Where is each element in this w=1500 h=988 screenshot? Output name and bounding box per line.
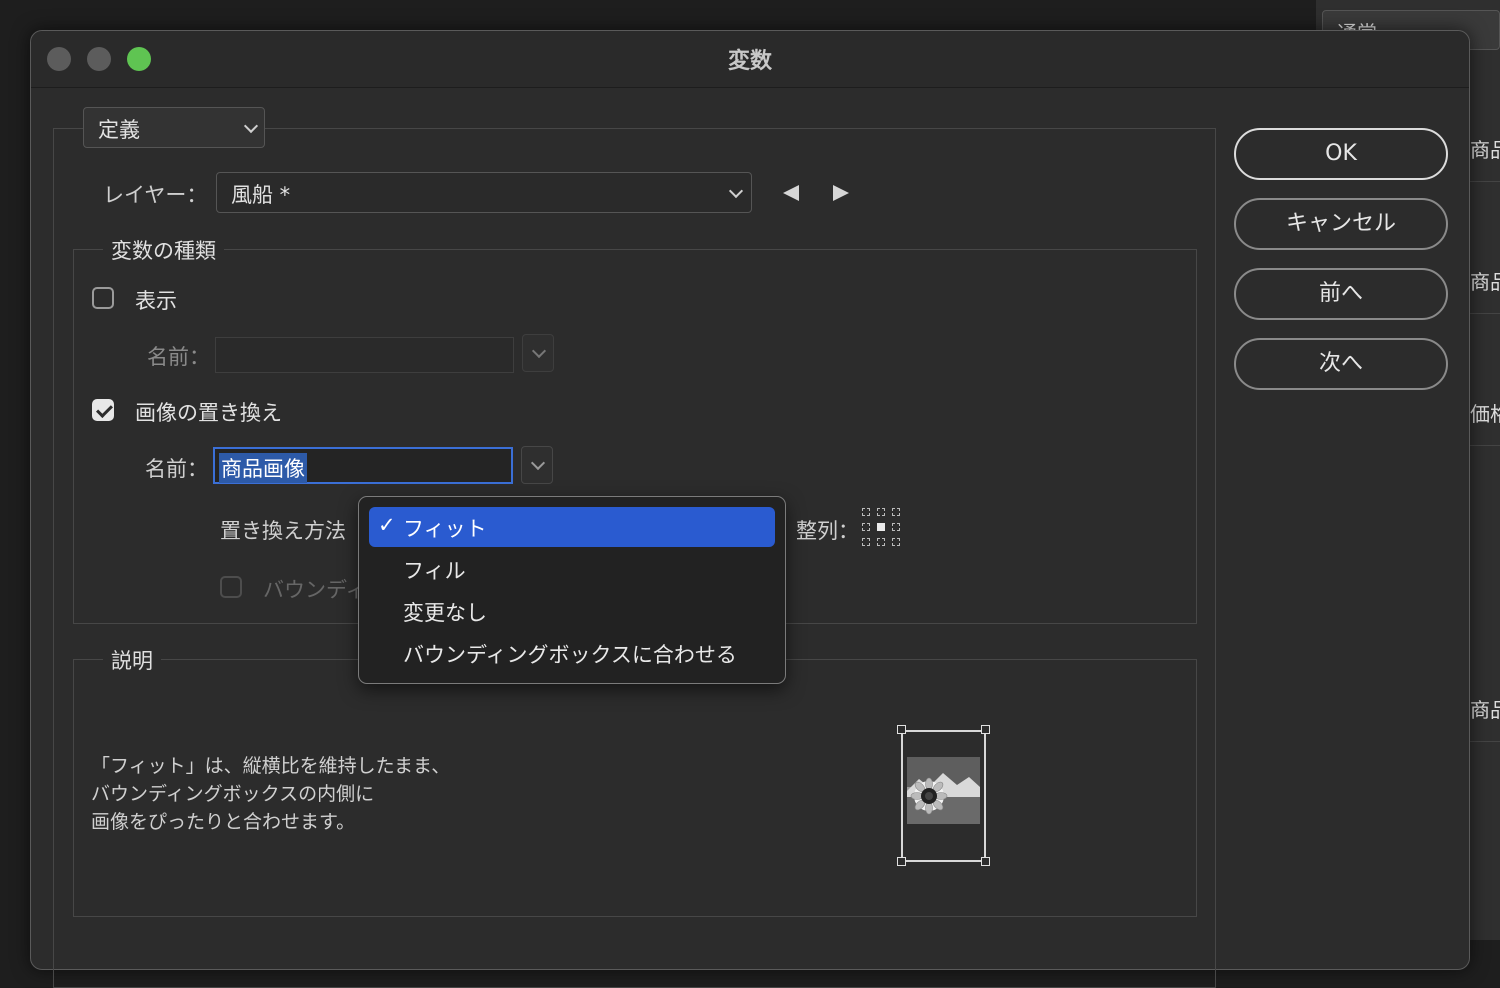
- layer-dropdown-value: 風船 *: [231, 183, 291, 207]
- variable-types-title: 変数の種類: [103, 235, 224, 265]
- sunflower-preview-image: [907, 757, 980, 824]
- bounding-handle: [981, 725, 990, 734]
- image-name-label: 名前：: [145, 457, 208, 481]
- visibility-name-field[interactable]: [215, 337, 514, 373]
- description-text: 「フィット」は、縦横比を維持したまま、 バウンディングボックスの内側に 画像をぴ…: [91, 755, 451, 833]
- background-row: 商品: [1470, 118, 1500, 182]
- align-middle-left[interactable]: [862, 523, 870, 531]
- chevron-down-icon: [531, 343, 547, 359]
- next-button[interactable]: 次へ: [1234, 338, 1448, 390]
- background-row: 商品: [1470, 250, 1500, 314]
- mode-dropdown[interactable]: 定義: [83, 107, 265, 148]
- title-bar: 変数: [31, 31, 1469, 88]
- bounding-handle: [897, 857, 906, 866]
- image-name-value: 商品画像: [219, 453, 307, 483]
- dialog-title: 変数: [727, 49, 772, 74]
- align-bottom-right[interactable]: [892, 538, 900, 546]
- cancel-button[interactable]: キャンセル: [1234, 198, 1448, 250]
- bounding-clip-label: バウンディ: [263, 578, 367, 602]
- chevron-down-icon: [530, 455, 546, 471]
- checkmark-icon: ✓: [378, 513, 396, 537]
- bounding-clip-checkbox[interactable]: [220, 576, 242, 598]
- bounding-handle: [981, 857, 990, 866]
- chevron-down-icon: [243, 118, 259, 134]
- align-bottom-center[interactable]: [877, 538, 885, 546]
- image-replace-label: 画像の置き換え: [135, 401, 282, 425]
- image-replace-checkbox[interactable]: [92, 399, 114, 421]
- visibility-name-label: 名前：: [147, 345, 210, 369]
- align-middle-right[interactable]: [892, 523, 900, 531]
- previous-button[interactable]: 前へ: [1234, 268, 1448, 320]
- menu-item-fit-bounding-box[interactable]: バウンディングボックスに合わせる: [369, 633, 775, 673]
- ok-button[interactable]: OK: [1234, 128, 1448, 180]
- description-title: 説明: [103, 645, 161, 675]
- align-label: 整列：: [796, 519, 859, 543]
- image-name-field[interactable]: 商品画像: [213, 447, 513, 484]
- previous-layer-arrow-icon[interactable]: [783, 185, 799, 201]
- align-top-right[interactable]: [892, 508, 900, 516]
- layer-label: レイヤー：: [103, 183, 208, 207]
- bounding-handle: [897, 725, 906, 734]
- menu-item-no-change[interactable]: 変更なし: [369, 591, 775, 631]
- next-layer-arrow-icon[interactable]: [833, 185, 849, 201]
- mode-dropdown-value: 定義: [98, 118, 140, 142]
- background-row: 価格: [1470, 382, 1500, 446]
- menu-item-fill[interactable]: フィル: [369, 549, 775, 589]
- layer-dropdown[interactable]: 風船 *: [216, 172, 752, 213]
- image-name-menu-button[interactable]: [521, 446, 553, 484]
- align-center[interactable]: [877, 523, 885, 531]
- alignment-grid[interactable]: [862, 508, 900, 546]
- replace-method-menu: ✓ フィット フィル 変更なし バウンディングボックスに合わせる: [358, 496, 786, 684]
- menu-item-fit[interactable]: ✓ フィット: [369, 507, 775, 547]
- visibility-label: 表示: [135, 289, 177, 313]
- align-top-left[interactable]: [862, 508, 870, 516]
- chevron-down-icon: [728, 183, 744, 199]
- background-row: 商品: [1470, 678, 1500, 742]
- replace-method-label: 置き換え方法: [220, 519, 346, 543]
- visibility-name-menu-button[interactable]: [522, 334, 554, 372]
- align-bottom-left[interactable]: [862, 538, 870, 546]
- visibility-checkbox[interactable]: [92, 287, 114, 309]
- align-top-center[interactable]: [877, 508, 885, 516]
